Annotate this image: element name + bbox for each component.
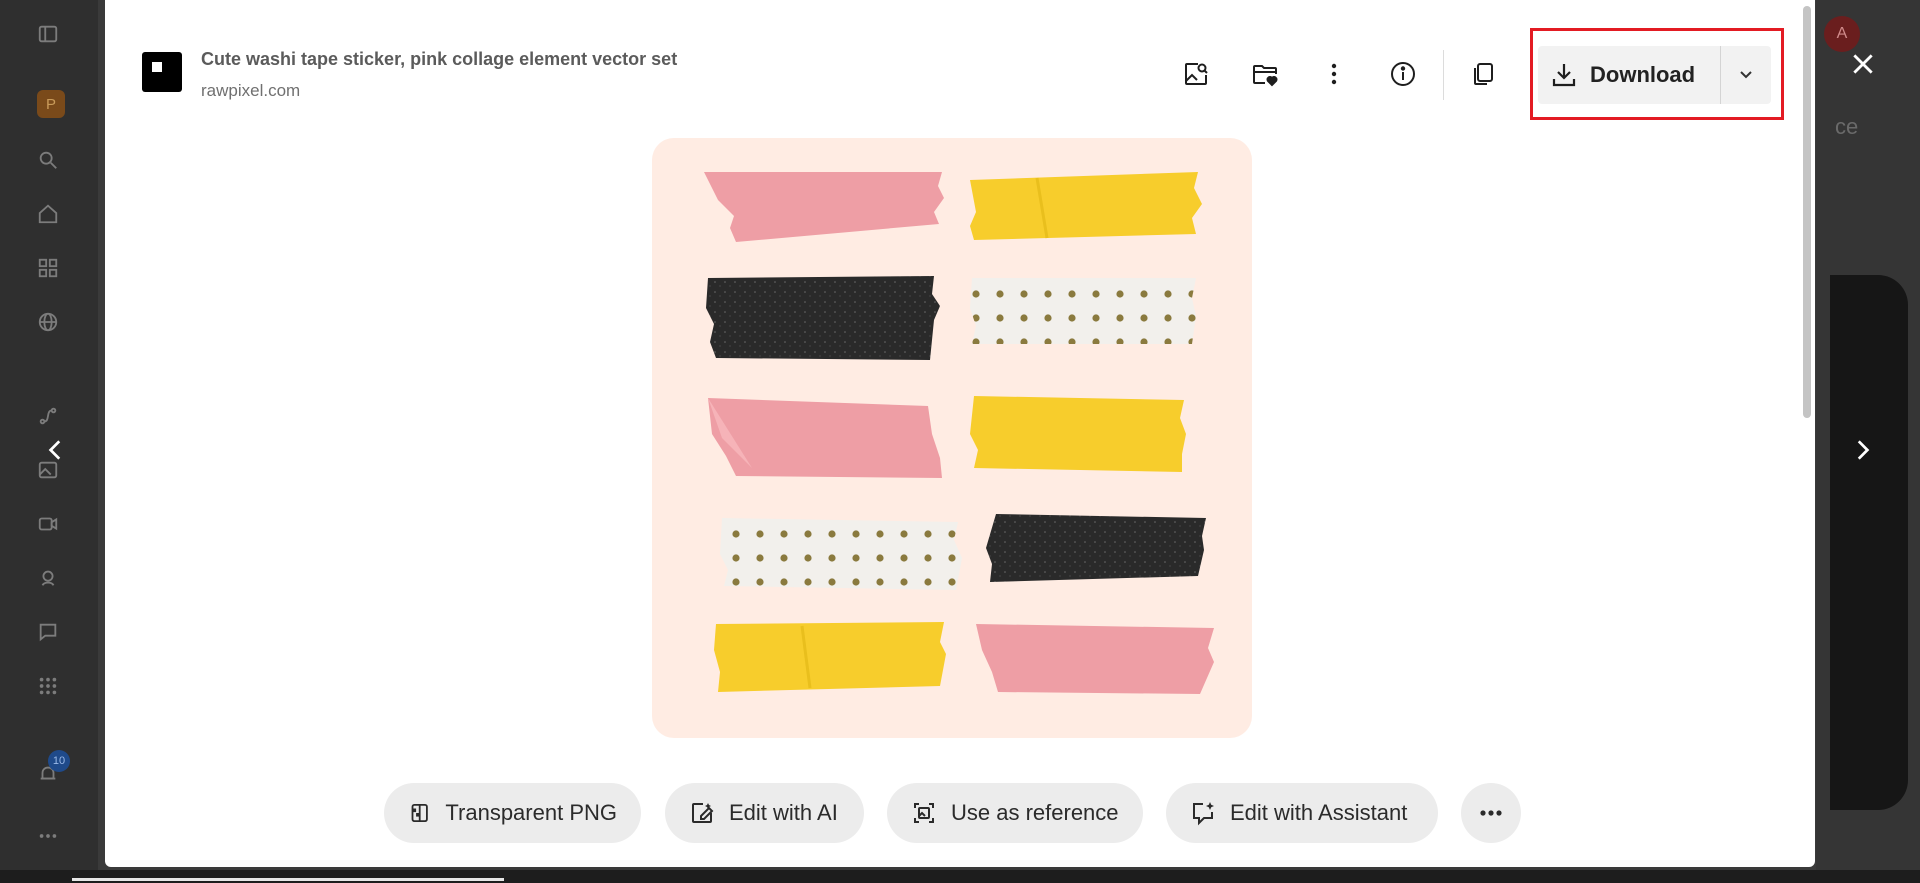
voice-icon [36, 566, 60, 590]
save-to-folder-button[interactable] [1245, 54, 1285, 94]
edit-with-assistant-label: Edit with Assistant [1230, 800, 1408, 825]
assistant-icon [1193, 802, 1214, 826]
more-icon [36, 824, 60, 848]
grid-icon [36, 256, 60, 280]
download-icon [1552, 64, 1576, 87]
apps-icon [36, 674, 60, 698]
save-to-folder-icon [1253, 65, 1278, 87]
use-as-reference-button[interactable]: Use as reference [887, 783, 1143, 843]
background-partial-text: ce [1835, 114, 1859, 139]
tape-yellow [970, 396, 1186, 472]
tape-black [706, 276, 940, 360]
more-horizontal-icon [1480, 810, 1502, 816]
home-icon [36, 202, 60, 226]
previous-image-button[interactable] [38, 432, 74, 468]
chevron-left-icon [48, 440, 61, 460]
tape-dots [970, 278, 1196, 344]
tape-pink [976, 624, 1214, 694]
path-icon [36, 404, 60, 428]
download-options-button[interactable] [1721, 46, 1771, 104]
image-detail-modal: Cute washi tape sticker, pink collage el… [105, 0, 1815, 867]
download-button-group: Download [1538, 46, 1771, 104]
toolbar-divider [1443, 50, 1444, 100]
next-image-button[interactable] [1844, 432, 1880, 468]
image-source[interactable]: rawpixel.com [201, 81, 300, 101]
globe-icon [36, 310, 60, 334]
close-icon [1853, 54, 1873, 74]
edit-with-ai-button[interactable]: Edit with AI [665, 783, 864, 843]
tape-pink [708, 398, 942, 478]
more-vertical-icon [1331, 63, 1337, 85]
source-logo [142, 52, 182, 92]
tape-dots [720, 518, 962, 590]
image-preview[interactable] [652, 138, 1252, 738]
download-label: Download [1590, 62, 1696, 87]
edit-with-ai-label: Edit with AI [729, 800, 838, 825]
transparent-png-icon [411, 803, 428, 823]
chat-icon [36, 620, 60, 644]
chevron-right-icon [1857, 440, 1870, 460]
transparent-png-button[interactable]: Transparent PNG [384, 783, 641, 843]
tape-pink [704, 172, 944, 242]
background-card [1830, 275, 1908, 810]
modal-scrollbar[interactable] [1803, 6, 1811, 418]
tape-black [986, 514, 1206, 582]
use-as-reference-label: Use as reference [951, 800, 1119, 825]
edit-ai-icon [692, 803, 714, 823]
edit-with-assistant-button[interactable]: Edit with Assistant [1166, 783, 1438, 843]
more-actions-button[interactable] [1461, 783, 1521, 843]
chevron-down-icon [1740, 71, 1752, 79]
more-options-button[interactable] [1314, 54, 1354, 94]
transparent-png-label: Transparent PNG [445, 800, 617, 825]
search-icon [36, 148, 60, 172]
brand-badge: P [37, 90, 65, 118]
background-bottom-strip [0, 870, 1920, 883]
washi-tape-artwork [704, 172, 1214, 694]
video-icon [36, 512, 60, 536]
download-button[interactable]: Download [1538, 46, 1720, 104]
sidebar-toggle-icon [36, 22, 60, 46]
info-icon [1391, 62, 1415, 86]
tape-yellow [970, 172, 1202, 240]
reference-icon [914, 803, 934, 823]
copy-button[interactable] [1463, 54, 1503, 94]
image-title: Cute washi tape sticker, pink collage el… [201, 49, 678, 69]
image-search-icon [1185, 63, 1208, 85]
image-search-button[interactable] [1176, 54, 1216, 94]
notification-badge: 10 [48, 750, 70, 772]
info-button[interactable] [1383, 54, 1423, 94]
tape-yellow [714, 622, 946, 692]
close-modal-button[interactable] [1843, 44, 1883, 84]
copy-icon [1474, 63, 1493, 85]
